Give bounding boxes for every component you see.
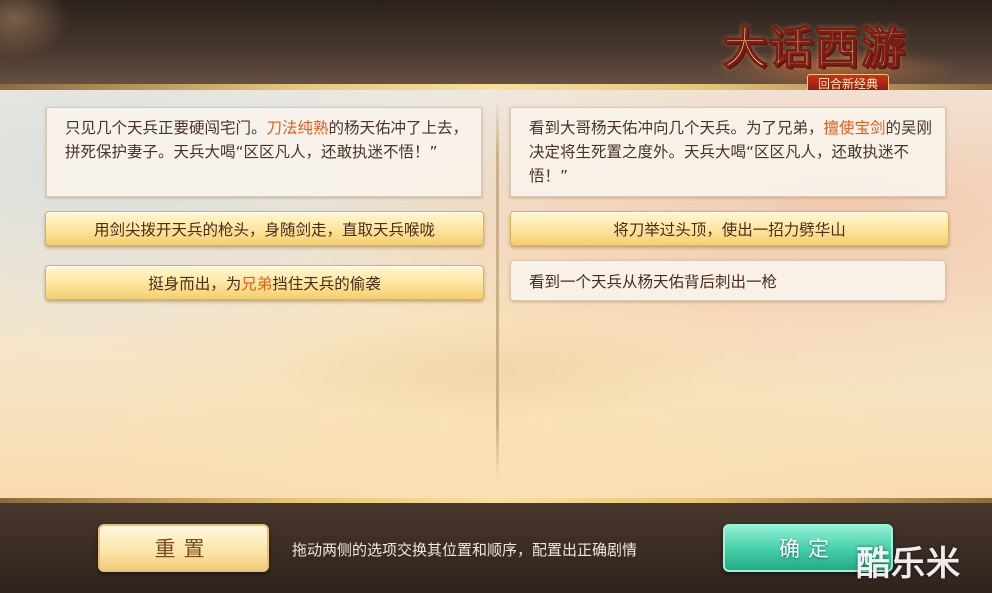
instruction-hint: 拖动两侧的选项交换其位置和顺序，配置出正确剧情 — [292, 541, 638, 559]
left-story-part1: 只见几个天兵正要硬闯宅门。 — [65, 119, 267, 137]
left-option-2-part1: 挺身而出，为 — [148, 274, 242, 293]
left-option-1-label: 用剑尖拨开天兵的枪头，身随剑走，直取天兵喉咙 — [93, 220, 435, 239]
right-story-highlight: 擅使宝剑 — [823, 119, 886, 137]
column-divider — [496, 100, 499, 480]
left-option-1[interactable]: 用剑尖拨开天兵的枪头，身随剑走，直取天兵喉咙 — [45, 211, 484, 246]
left-option-2-part2: 挡住天兵的偷袭 — [272, 274, 381, 293]
left-story-highlight: 刀法纯熟 — [266, 119, 329, 137]
right-option-1-label: 将刀举过头顶，使出一招力劈华山 — [613, 220, 846, 239]
logo-title: 大话西游 — [722, 22, 907, 75]
cloud-ornament — [260, 320, 730, 420]
left-option-2[interactable]: 挺身而出，为 兄弟 挡住天兵的偷袭 — [45, 265, 484, 300]
game-logo: 大话西游 回合新经典 — [705, 8, 975, 94]
right-story-text: 看到大哥杨天佑冲向几个天兵。为了兄弟，擅使宝剑的吴刚决定将生死置之度外。天兵大喝… — [510, 107, 946, 197]
corner-ornament — [0, 0, 70, 60]
right-option-1[interactable]: 将刀举过头顶，使出一招力劈华山 — [510, 211, 949, 246]
left-option-2-highlight: 兄弟 — [241, 274, 273, 293]
reset-button[interactable]: 重置 — [98, 524, 269, 572]
right-option-2[interactable]: 看到一个天兵从杨天佑背后刺出一枪 — [510, 260, 946, 301]
left-story-text: 只见几个天兵正要硬闯宅门。刀法纯熟的杨天佑冲了上去，拼死保护妻子。天兵大喝“区区… — [46, 107, 482, 197]
watermark-logo: 酷乐米 — [856, 544, 961, 584]
right-story-part1: 看到大哥杨天佑冲向几个天兵。为了兄弟， — [529, 119, 824, 137]
right-option-2-label: 看到一个天兵从杨天佑背后刺出一枪 — [529, 272, 778, 291]
